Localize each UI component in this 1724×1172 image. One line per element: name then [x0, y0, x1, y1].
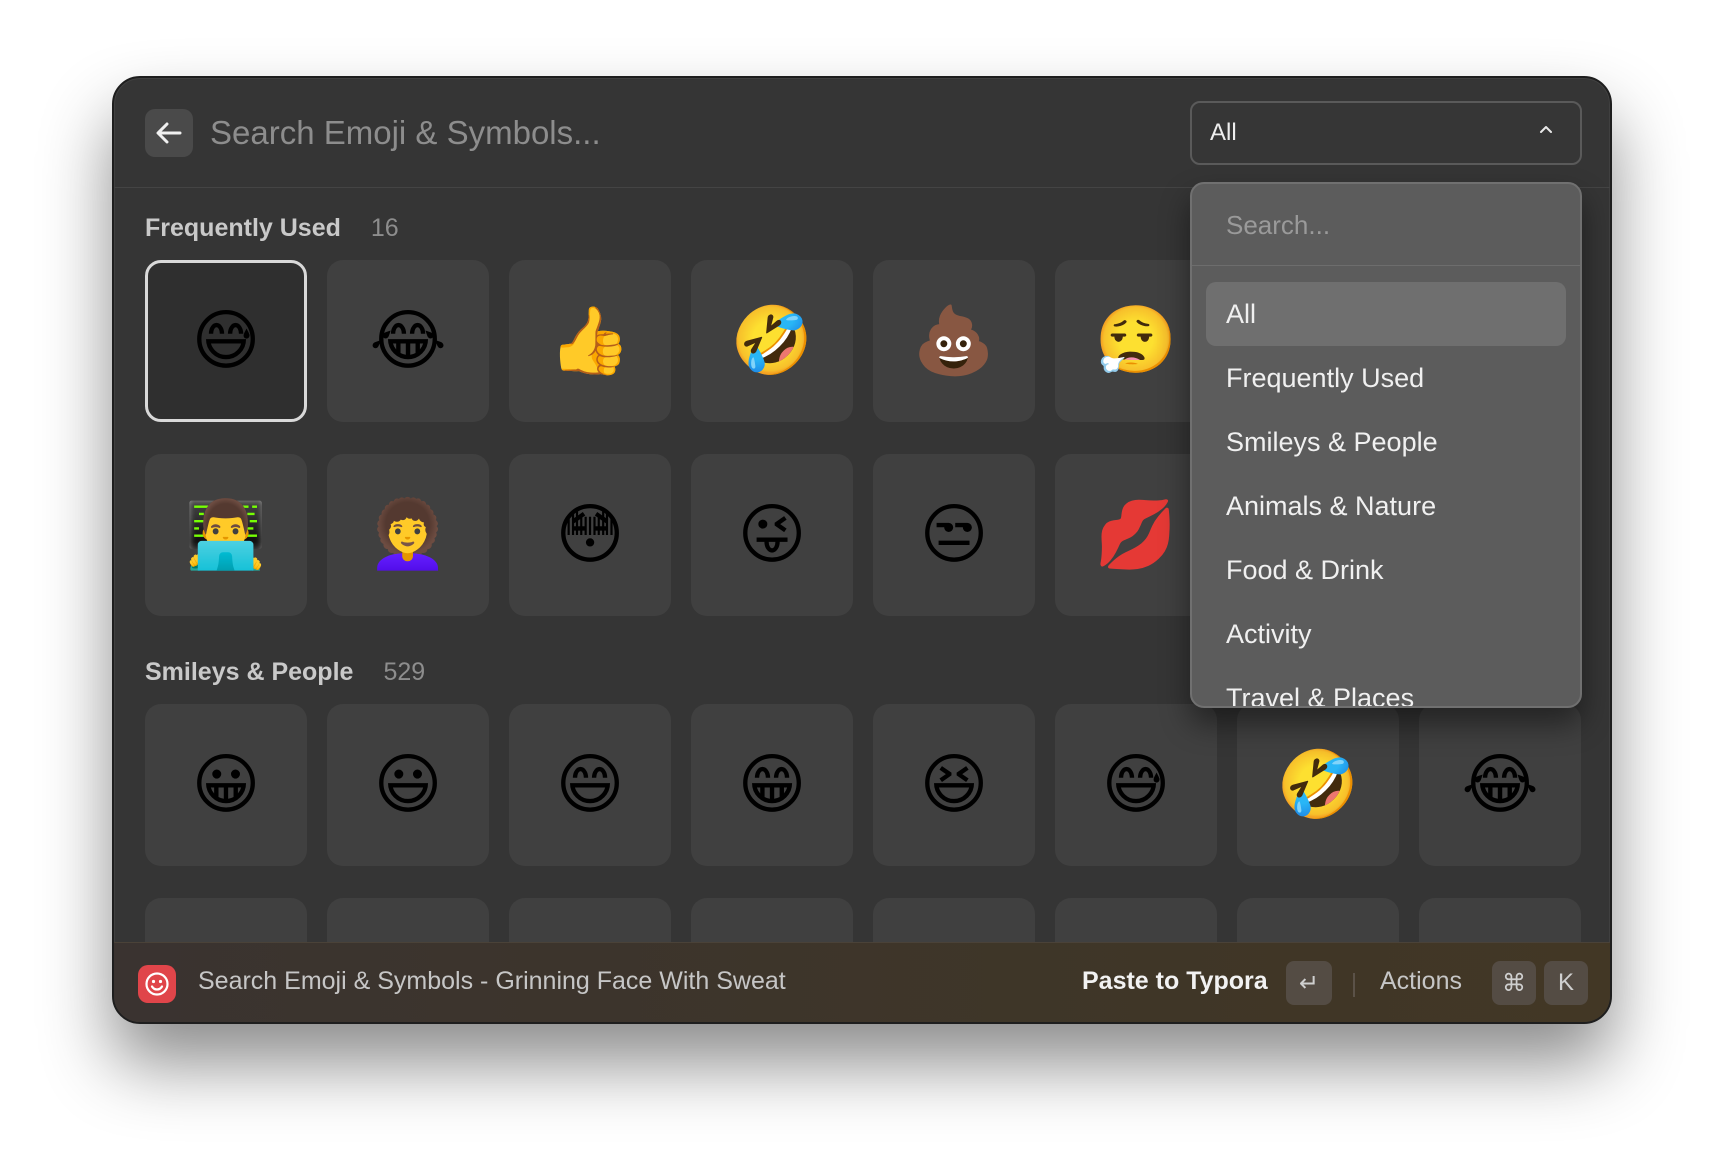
back-button[interactable] — [145, 109, 193, 157]
emoji-tile[interactable]: 😅 — [145, 260, 307, 422]
smiley-icon — [145, 972, 169, 996]
dropdown-search-input[interactable] — [1226, 204, 1546, 246]
dropdown-search — [1192, 184, 1580, 266]
dropdown-item-frequently-used[interactable]: Frequently Used — [1206, 346, 1566, 410]
dropdown-item-all[interactable]: All — [1206, 282, 1566, 346]
chevron-up-icon — [1540, 126, 1552, 133]
category-select-value: All — [1210, 119, 1237, 146]
smileys-people-grid: 😀 😃 😄 😁 😆 😅 🤣 😂 — [145, 704, 1581, 946]
emoji-tile[interactable]: 😂 — [1419, 704, 1581, 866]
app-icon — [138, 965, 176, 1003]
emoji-tile[interactable]: 💩 — [873, 260, 1035, 422]
section-label: Smileys & People — [145, 658, 354, 686]
section-title-smileys-people: Smileys & People 529 — [145, 658, 425, 687]
emoji-tile-partial[interactable] — [509, 898, 671, 946]
dropdown-item-animals-nature[interactable]: Animals & Nature — [1206, 474, 1566, 538]
paste-action-button[interactable]: Paste to Typora — [1082, 967, 1268, 996]
dropdown-item-activity[interactable]: Activity — [1206, 602, 1566, 666]
cmd-key-hint: ⌘ — [1492, 961, 1536, 1005]
emoji-tile[interactable]: 😆 — [873, 704, 1035, 866]
footer-action-bar: Search Emoji & Symbols - Grinning Face W… — [114, 942, 1610, 1022]
emoji-tile[interactable]: 😀 — [145, 704, 307, 866]
emoji-tile-partial[interactable] — [691, 898, 853, 946]
emoji-tile[interactable]: 🤣 — [691, 260, 853, 422]
emoji-tile-partial[interactable] — [873, 898, 1035, 946]
category-dropdown: All Frequently Used Smileys & People Ani… — [1190, 182, 1582, 708]
section-count: 16 — [370, 214, 399, 242]
emoji-picker-window: All Frequently Used16 😅 😂 👍 🤣 💩 😮‍💨 👨‍💻 … — [112, 76, 1612, 1024]
emoji-tile-partial[interactable] — [1055, 898, 1217, 946]
emoji-tile[interactable]: 🤣 — [1237, 704, 1399, 866]
search-input[interactable] — [210, 102, 1060, 164]
dropdown-item-food-drink[interactable]: Food & Drink — [1206, 538, 1566, 602]
dropdown-item-smileys-people[interactable]: Smileys & People — [1206, 410, 1566, 474]
emoji-tile[interactable]: 👍 — [509, 260, 671, 422]
enter-key-hint: ↵ — [1286, 961, 1332, 1005]
section-label: Frequently Used — [145, 214, 341, 242]
emoji-tile[interactable]: 😂 — [327, 260, 489, 422]
emoji-tile[interactable]: 😒 — [873, 454, 1035, 616]
dropdown-item-travel-places[interactable]: Travel & Places — [1206, 666, 1566, 706]
emoji-tile-partial[interactable] — [145, 898, 307, 946]
actions-button[interactable]: Actions — [1380, 967, 1462, 996]
emoji-tile[interactable]: 😁 — [691, 704, 853, 866]
section-title-frequently-used: Frequently Used 16 — [145, 214, 399, 243]
footer-divider — [1353, 973, 1355, 997]
emoji-tile[interactable]: 😳 — [509, 454, 671, 616]
emoji-tile[interactable]: 😃 — [327, 704, 489, 866]
category-select[interactable]: All — [1190, 101, 1582, 165]
emoji-tile[interactable]: 😄 — [509, 704, 671, 866]
emoji-tile-partial[interactable] — [1419, 898, 1581, 946]
section-count: 529 — [383, 658, 426, 686]
emoji-tile-partial[interactable] — [1237, 898, 1399, 946]
emoji-tile[interactable]: 😅 — [1055, 704, 1217, 866]
emoji-tile[interactable]: 👩‍🦱 — [327, 454, 489, 616]
header: All — [114, 78, 1610, 188]
footer-title: Search Emoji & Symbols - Grinning Face W… — [198, 967, 786, 995]
arrow-left-icon — [156, 122, 182, 144]
dropdown-list: All Frequently Used Smileys & People Ani… — [1206, 282, 1566, 706]
k-key-hint: K — [1544, 961, 1588, 1005]
emoji-tile[interactable]: 😜 — [691, 454, 853, 616]
emoji-tile-partial[interactable] — [327, 898, 489, 946]
emoji-tile[interactable]: 👨‍💻 — [145, 454, 307, 616]
